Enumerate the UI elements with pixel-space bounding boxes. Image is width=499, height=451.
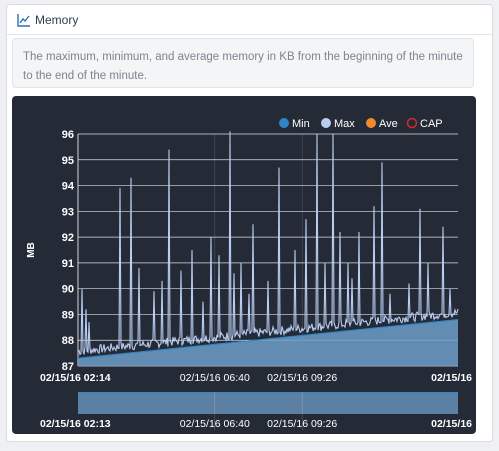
chart-svg[interactable]: 87888990919293949596MB02/15/16 02:14 02/1… xyxy=(12,96,476,434)
panel-header: Memory xyxy=(7,5,492,35)
y-axis-label: MB xyxy=(26,242,37,258)
navigator-area[interactable] xyxy=(78,392,458,414)
x-tick-label: 02/15/16 09:26 xyxy=(267,372,337,384)
series-max-line xyxy=(77,131,459,356)
y-tick-label: 95 xyxy=(62,155,74,167)
legend-marker[interactable] xyxy=(321,118,331,128)
navigator-tick-label: 02/15/16 09:26 xyxy=(267,418,337,430)
line-chart-icon xyxy=(17,13,31,27)
legend-item-max[interactable]: Max xyxy=(334,118,355,130)
y-tick-label: 94 xyxy=(62,181,75,193)
y-tick-label: 90 xyxy=(62,284,74,296)
y-tick-label: 89 xyxy=(62,309,74,321)
legend-item-min[interactable]: Min xyxy=(292,118,310,130)
y-tick-label: 93 xyxy=(62,206,74,218)
series-min-area xyxy=(78,319,458,366)
legend-item-cap[interactable]: CAP xyxy=(420,118,443,130)
legend-marker[interactable] xyxy=(279,118,289,128)
memory-chart[interactable]: 87 88 89 90 91 92 93 94 95 96 MB 02/15/16 02:14 02/1… xyxy=(12,96,476,434)
y-tick-label: 96 xyxy=(62,129,74,141)
x-tick-label: 02/15/16 02:14 xyxy=(40,372,111,384)
navigator-tick-label: 02/15/16 06:40 xyxy=(180,418,250,430)
navigator-tick-label: 02/15/16 xyxy=(431,418,472,430)
x-tick-label: 02/15/16 06:40 xyxy=(180,372,250,384)
legend-marker[interactable] xyxy=(366,118,376,128)
navigator-tick-label: 02/15/16 02:13 xyxy=(40,418,111,430)
legend-marker[interactable] xyxy=(406,117,418,129)
y-tick-label: 88 xyxy=(62,335,74,347)
legend-item-ave[interactable]: Ave xyxy=(379,118,398,130)
panel-title: Memory xyxy=(35,12,79,27)
y-tick-label: 91 xyxy=(62,258,74,270)
y-tick-label: 92 xyxy=(62,232,74,244)
x-tick-label: 02/15/16 xyxy=(431,372,472,384)
chart-description: The maximum, minimum, and average memory… xyxy=(12,38,474,88)
